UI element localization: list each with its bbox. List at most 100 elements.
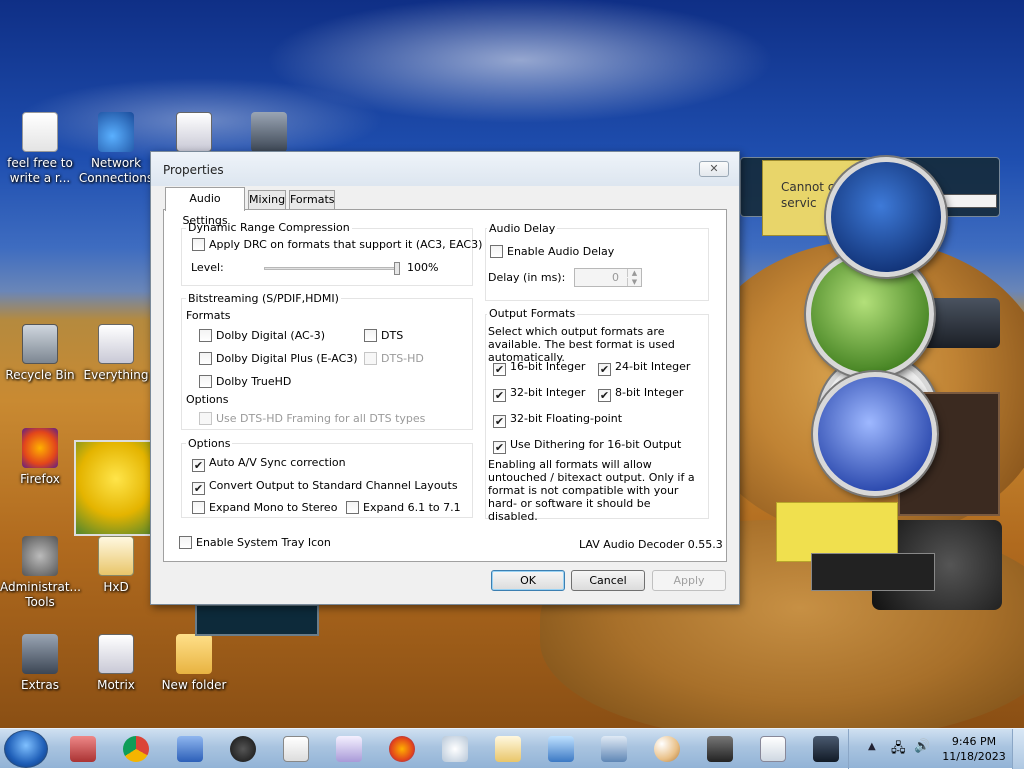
tab-label: Mixing [249, 193, 286, 206]
taskbar-ink[interactable] [226, 733, 260, 765]
dts-framing-checkbox[interactable]: Use DTS-HD Framing for all DTS types [199, 412, 425, 426]
properties-dialog: Properties ✕ Audio Settings Mixing Forma… [150, 151, 740, 605]
checkbox-label: Auto A/V Sync correction [209, 456, 346, 469]
checkbox-label: DTS [381, 329, 404, 342]
taskbar-clipboard[interactable] [438, 733, 472, 765]
auto-av-sync-checkbox[interactable]: ✔ Auto A/V Sync correction [192, 456, 346, 472]
slideshow-controls-gadget[interactable] [811, 553, 935, 591]
convert-output-checkbox[interactable]: ✔ Convert Output to Standard Channel Layo… [192, 479, 458, 495]
solitaire-icon [283, 736, 309, 762]
taskbar-solitaire[interactable] [279, 733, 313, 765]
taskbar-palette[interactable] [650, 733, 684, 765]
tab-mixing[interactable]: Mixing [248, 190, 286, 210]
bitstream-dts-checkbox[interactable]: DTS [364, 329, 403, 343]
tab-audio-settings[interactable]: Audio Settings [165, 187, 245, 227]
audio-delay-group [485, 228, 709, 301]
windows-clock-gadget-blue[interactable] [813, 372, 937, 496]
desktop-icon-text-document[interactable]: feel free to write a r... [0, 112, 80, 186]
desktop-icon-motrix[interactable]: Motrix [76, 634, 156, 693]
taskbar-firefox[interactable] [385, 733, 419, 765]
firefox-icon [22, 428, 58, 468]
button-label: Cancel [589, 574, 627, 587]
network-tray-icon[interactable]: 🖧 [891, 739, 907, 756]
output-16bit-checkbox[interactable]: ✔ 16-bit Integer [493, 360, 585, 376]
expand-mono-checkbox[interactable]: Expand Mono to Stereo [192, 501, 337, 515]
desktop-icon-new-folder[interactable]: New folder [154, 634, 234, 693]
desktop-icon-recycle-bin[interactable]: Recycle Bin [0, 324, 80, 383]
desktop-icon-partial-2[interactable] [246, 112, 292, 156]
checkbox-box [199, 412, 212, 425]
checkbox-box: ✔ [598, 389, 611, 402]
delay-spinbox[interactable]: 0 ▲ ▼ [574, 268, 642, 287]
chrome-icon [123, 736, 149, 762]
output-formats-group-label: Output Formats [487, 307, 578, 320]
desktop-icon-partial[interactable] [166, 112, 222, 156]
desktop-icon-everything[interactable]: Everything [76, 324, 156, 383]
taskbar-chrome[interactable] [119, 733, 153, 765]
checkbox-label: Expand Mono to Stereo [209, 501, 338, 514]
dialog-titlebar[interactable]: Properties ✕ [151, 152, 739, 186]
app-icon [176, 112, 212, 152]
checkbox-box: ✔ [493, 389, 506, 402]
volume-tray-icon[interactable]: 🔊 [914, 739, 930, 755]
spin-down-icon[interactable]: ▼ [627, 278, 641, 286]
taskbar-remote-desktop[interactable] [544, 733, 578, 765]
close-button[interactable]: ✕ [699, 161, 729, 177]
taskbar-photos[interactable] [703, 733, 737, 765]
motrix-icon [98, 634, 134, 674]
desktop-icon-network-connections[interactable]: Network Connections [76, 112, 156, 186]
taskbar-phone[interactable] [809, 733, 843, 765]
output-32bit-checkbox[interactable]: ✔ 32-bit Integer [493, 386, 585, 402]
enable-audio-delay-checkbox[interactable]: Enable Audio Delay [490, 245, 614, 259]
output-float-checkbox[interactable]: ✔ 32-bit Floating-point [493, 412, 623, 428]
bitstream-eac3-checkbox[interactable]: Dolby Digital Plus (E-AC3) [199, 352, 358, 366]
output-24bit-checkbox[interactable]: ✔ 24-bit Integer [598, 360, 690, 376]
extras-icon [22, 634, 58, 674]
drc-level-slider-thumb[interactable] [394, 262, 400, 275]
system-tray-icon-checkbox[interactable]: Enable System Tray Icon [179, 536, 331, 550]
apply-button[interactable]: Apply [652, 570, 726, 591]
taskbar-clock[interactable]: 9:46 PM 11/18/2023 [940, 734, 1008, 764]
checkbox-label: 32-bit Floating-point [510, 412, 623, 425]
app-icon [251, 112, 287, 152]
network-graph-gadget[interactable] [195, 604, 319, 636]
folder-icon [176, 634, 212, 674]
start-orb-icon[interactable] [4, 730, 48, 768]
desktop-icon-extras[interactable]: Extras [0, 634, 80, 693]
apply-drc-checkbox[interactable]: Apply DRC on formats that support it (AC… [192, 238, 482, 252]
expand-61-checkbox[interactable]: Expand 6.1 to 7.1 [346, 501, 461, 515]
taskbar-app[interactable] [332, 733, 366, 765]
desktop-icon-firefox[interactable]: Firefox [0, 428, 80, 487]
windows-clock-gadget[interactable] [826, 157, 946, 277]
version-label: LAV Audio Decoder 0.55.3 [579, 538, 723, 551]
checkbox-box [192, 238, 205, 251]
checkbox-box [364, 352, 377, 365]
desktop-icon-label: HxD [103, 580, 129, 594]
bitstream-ac3-checkbox[interactable]: Dolby Digital (AC-3) [199, 329, 325, 343]
show-desktop-button[interactable] [1012, 729, 1024, 769]
taskbar-notepad[interactable] [756, 733, 790, 765]
tab-formats[interactable]: Formats [289, 190, 335, 210]
taskbar-hxd[interactable] [491, 733, 525, 765]
drc-level-slider[interactable] [264, 267, 398, 270]
phone-icon [813, 736, 839, 762]
tray-overflow-icon[interactable]: ▲ [868, 741, 876, 752]
taskbar-paint[interactable] [173, 733, 207, 765]
desktop-icon-hxd[interactable]: HxD [76, 536, 156, 595]
ok-button[interactable]: OK [491, 570, 565, 591]
desktop-icon-label: Network Connections [78, 156, 154, 185]
taskbar-scroll[interactable] [848, 729, 862, 769]
clock-date: 11/18/2023 [942, 750, 1006, 763]
spin-up-icon[interactable]: ▲ [627, 269, 641, 277]
dithering-checkbox[interactable]: ✔ Use Dithering for 16-bit Output [493, 438, 681, 454]
checkbox-label: Enable Audio Delay [507, 245, 615, 258]
desktop-icon-administrative-tools[interactable]: Administrat... Tools [0, 536, 81, 610]
cancel-button[interactable]: Cancel [571, 570, 645, 591]
bitstream-truehd-checkbox[interactable]: Dolby TrueHD [199, 375, 291, 389]
bitstream-dtshd-checkbox[interactable]: DTS-HD [364, 352, 424, 366]
checkbox-box: ✔ [493, 441, 506, 454]
output-8bit-checkbox[interactable]: ✔ 8-bit Integer [598, 386, 683, 402]
taskbar-media-library[interactable] [66, 733, 100, 765]
checkbox-label: Convert Output to Standard Channel Layou… [209, 479, 458, 492]
taskbar-network[interactable] [597, 733, 631, 765]
